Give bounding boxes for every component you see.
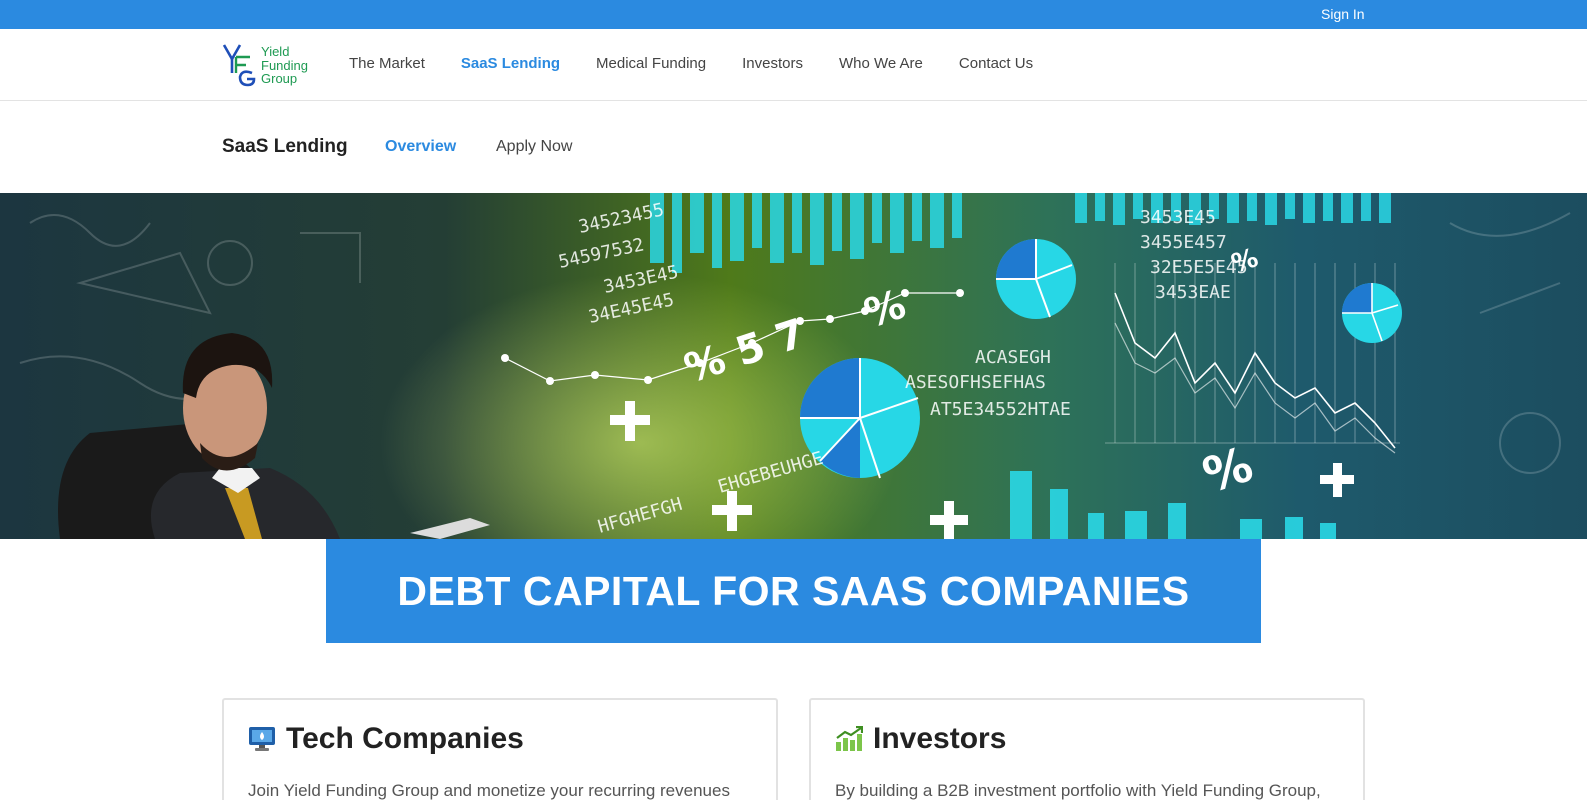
section-title: SaaS Lending [222, 136, 348, 157]
nav-item-contact-us[interactable]: Contact Us [959, 55, 1033, 72]
card-body: Join Yield Funding Group and monetize yo… [248, 781, 730, 800]
growth-chart-icon [836, 726, 863, 751]
nav-item-medical-funding[interactable]: Medical Funding [596, 55, 706, 72]
top-utility-bar: Sign In [0, 0, 1587, 29]
subnav-overview[interactable]: Overview [385, 138, 456, 156]
primary-nav-links: The Market SaaS Lending Medical Funding … [349, 55, 1069, 72]
svg-text:3453EAE: 3453EAE [1155, 282, 1231, 303]
nav-item-who-we-are[interactable]: Who We Are [839, 55, 923, 72]
svg-text:%: % [1196, 436, 1259, 504]
card-title: Investors [873, 722, 1007, 755]
main-navigation: Yield Funding Group The Market SaaS Lend… [0, 29, 1587, 101]
logo-line-group: Group [261, 71, 298, 86]
yfg-logo[interactable]: Yield Funding Group [222, 43, 322, 87]
logo-line-yield: Yield [261, 44, 290, 59]
svg-text:54597532: 54597532 [557, 234, 646, 273]
headline-banner: DEBT CAPITAL FOR SAAS COMPANIES [326, 539, 1261, 643]
svg-text:ASESOFHSEFHAS: ASESOFHSEFHAS [905, 372, 1046, 393]
hero-image: % % % 5 7 % 34523455 54597532 3453E45 34… [0, 193, 1587, 539]
logo-wordmark: Yield Funding Group [261, 45, 308, 86]
svg-text:AT5E34552HTAE: AT5E34552HTAE [930, 399, 1071, 420]
monitor-icon [249, 727, 275, 751]
card-tech-companies: Tech Companies Join Yield Funding Group … [222, 698, 778, 800]
nav-item-saas-lending[interactable]: SaaS Lending [461, 55, 560, 72]
card-investors: Investors By building a B2B investment p… [809, 698, 1365, 800]
nav-item-the-market[interactable]: The Market [349, 55, 425, 72]
logo-line-funding: Funding [261, 57, 308, 73]
svg-text:3455E457: 3455E457 [1140, 232, 1227, 253]
svg-text:3453E45: 3453E45 [1140, 207, 1216, 228]
yfg-logo-mark-icon [222, 44, 256, 87]
section-subnav: SaaS Lending Overview Apply Now [0, 101, 1587, 193]
card-title: Tech Companies [286, 722, 524, 755]
svg-text:ACASEGH: ACASEGH [975, 347, 1051, 368]
card-body: By building a B2B investment portfolio w… [835, 781, 1321, 800]
hero-illustration: % % % 5 7 % 34523455 54597532 3453E45 34… [19, 193, 1571, 539]
page-headline: DEBT CAPITAL FOR SAAS COMPANIES [397, 567, 1190, 614]
sign-in-link[interactable]: Sign In [1321, 6, 1365, 22]
nav-item-investors[interactable]: Investors [742, 55, 803, 72]
subnav-apply-now[interactable]: Apply Now [496, 138, 572, 156]
svg-text:32E5E5E45: 32E5E5E45 [1150, 257, 1248, 278]
